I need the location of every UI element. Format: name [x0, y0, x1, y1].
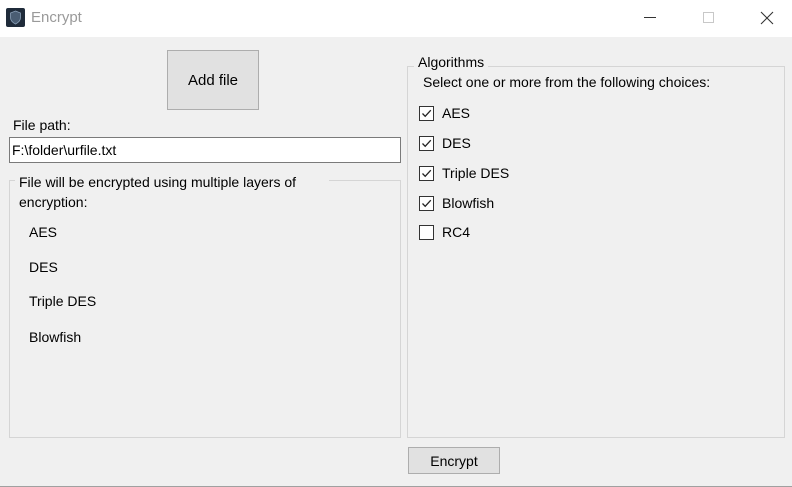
checkbox-label: Triple DES: [442, 165, 510, 181]
maximize-button[interactable]: [685, 0, 731, 36]
summary-item: Blowfish: [29, 329, 82, 345]
checkbox-label: AES: [442, 105, 471, 121]
checkmark-icon: [422, 109, 432, 117]
checkbox-blowfish[interactable]: Blowfish: [419, 194, 494, 212]
checkbox-box[interactable]: [419, 105, 434, 121]
title-bar: Encrypt: [0, 0, 792, 37]
checkbox-label: Blowfish: [442, 195, 495, 211]
checkmark-icon: [422, 139, 432, 147]
checkbox-label: RC4: [442, 224, 471, 240]
checkbox-box[interactable]: [419, 135, 434, 151]
minimize-button[interactable]: [627, 0, 673, 36]
file-path-label: File path:: [13, 117, 71, 133]
algorithms-caption: Algorithms: [414, 52, 489, 72]
summary-item: Triple DES: [29, 293, 97, 309]
algorithms-instructions: Select one or more from the following ch…: [423, 74, 711, 90]
checkbox-label: DES: [442, 135, 471, 151]
app-lock-icon: [6, 8, 25, 27]
close-button[interactable]: [744, 0, 790, 36]
checkbox-rc4[interactable]: RC4: [419, 223, 470, 241]
minimize-icon: [644, 17, 656, 18]
checkbox-des[interactable]: DES: [419, 134, 471, 152]
checkbox-aes[interactable]: AES: [419, 104, 470, 122]
close-icon: [760, 11, 774, 25]
checkmark-icon: [422, 199, 432, 207]
checkbox-box[interactable]: [419, 224, 434, 240]
encryption-summary-caption: File will be encrypted using multiple la…: [15, 172, 329, 212]
checkbox-box[interactable]: [419, 195, 434, 211]
encryption-summary-group: File will be encrypted using multiple la…: [9, 172, 401, 438]
window-title: Encrypt: [31, 9, 82, 26]
checkbox-box[interactable]: [419, 165, 434, 181]
summary-item: DES: [29, 259, 58, 275]
encrypt-button[interactable]: Encrypt: [408, 447, 500, 474]
checkbox-triple-des[interactable]: Triple DES: [419, 164, 509, 182]
add-file-button[interactable]: Add file: [167, 50, 259, 110]
file-path-field[interactable]: F:\folder\urfile.txt: [9, 137, 401, 163]
checkmark-icon: [422, 169, 432, 177]
summary-item: AES: [29, 224, 58, 240]
maximize-icon: [703, 12, 714, 23]
